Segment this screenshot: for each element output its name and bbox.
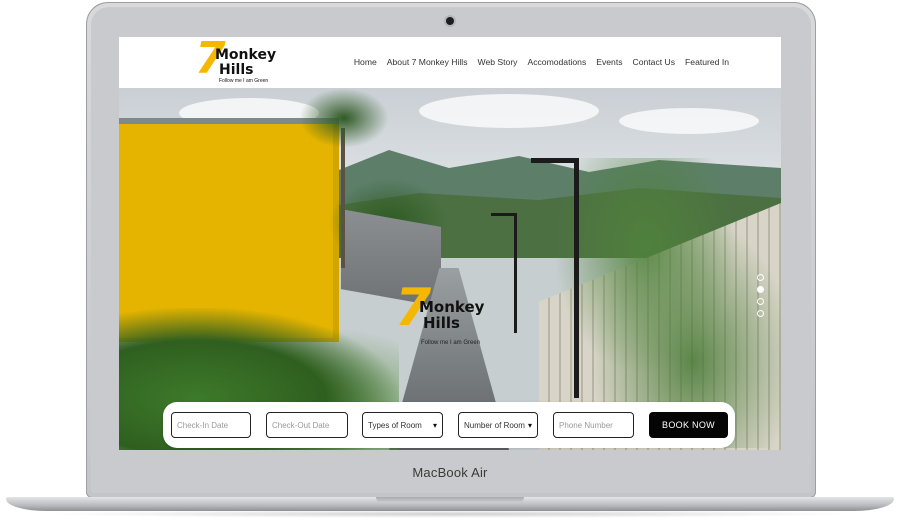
site-header: 7 Monkey Hills Follow me I am Green Home… [119, 37, 781, 88]
checkout-placeholder: Check-Out Date [272, 420, 330, 430]
lamp-post [574, 158, 579, 398]
phone-number-input[interactable]: Phone Number [553, 412, 634, 438]
nav-contact[interactable]: Contact Us [633, 57, 676, 67]
logo-word-monkey: Monkey [215, 47, 277, 63]
lamp-arm [531, 158, 579, 163]
room-type-value: Types of Room [368, 420, 422, 430]
checkin-date-input[interactable]: Check-In Date [171, 412, 251, 438]
slider-dot-2[interactable] [757, 286, 764, 293]
laptop-model-label: MacBook Air [412, 465, 488, 480]
phone-placeholder: Phone Number [559, 420, 613, 430]
hero-banner-image: 7 Monkey Hills Follow me I am Green [119, 88, 781, 450]
hero-cloud [619, 108, 759, 134]
room-type-select[interactable]: Types of Room ▾ [362, 412, 443, 438]
laptop-screen: 7 Monkey Hills Follow me I am Green Home… [119, 37, 781, 450]
hero-logo: 7 Monkey Hills Follow me I am Green [395, 280, 495, 350]
hero-cloud [419, 94, 599, 128]
palm-trunk [341, 128, 345, 268]
slider-dot-3[interactable] [757, 298, 764, 305]
booking-form: Check-In Date Check-Out Date Types of Ro… [163, 402, 735, 448]
lamp-post [514, 213, 517, 333]
site-logo[interactable]: 7 Monkey Hills Follow me I am Green [195, 37, 277, 85]
slider-dots [757, 274, 764, 322]
logo-word-hills: Hills [219, 62, 254, 78]
room-count-value: Number of Room [464, 420, 525, 430]
lamp-arm [491, 213, 517, 216]
chevron-down-icon: ▾ [432, 420, 437, 430]
hero-logo-word-hills: Hills [423, 314, 460, 332]
nav-home[interactable]: Home [354, 57, 377, 67]
main-nav: Home About 7 Monkey Hills Web Story Acco… [344, 57, 729, 67]
chevron-down-icon: ▾ [527, 420, 532, 430]
palm-leaves [299, 88, 389, 148]
laptop-shadow [40, 510, 860, 518]
nav-accomodations[interactable]: Accomodations [527, 57, 586, 67]
nav-about[interactable]: About 7 Monkey Hills [387, 57, 468, 67]
slider-dot-4[interactable] [757, 310, 764, 317]
hero-logo-tagline: Follow me I am Green [421, 340, 481, 346]
camera-icon [446, 17, 454, 25]
nav-events[interactable]: Events [596, 57, 622, 67]
checkin-placeholder: Check-In Date [177, 420, 229, 430]
hero-logo-word-monkey: Monkey [419, 298, 485, 316]
nav-web-story[interactable]: Web Story [478, 57, 518, 67]
laptop-notch [376, 497, 524, 503]
nav-featured-in[interactable]: Featured In [685, 57, 729, 67]
room-count-select[interactable]: Number of Room ▾ [458, 412, 538, 438]
checkout-date-input[interactable]: Check-Out Date [266, 412, 348, 438]
book-now-button[interactable]: BOOK NOW [649, 412, 728, 438]
logo-tagline: Follow me I am Green [219, 78, 269, 84]
slider-dot-1[interactable] [757, 274, 764, 281]
